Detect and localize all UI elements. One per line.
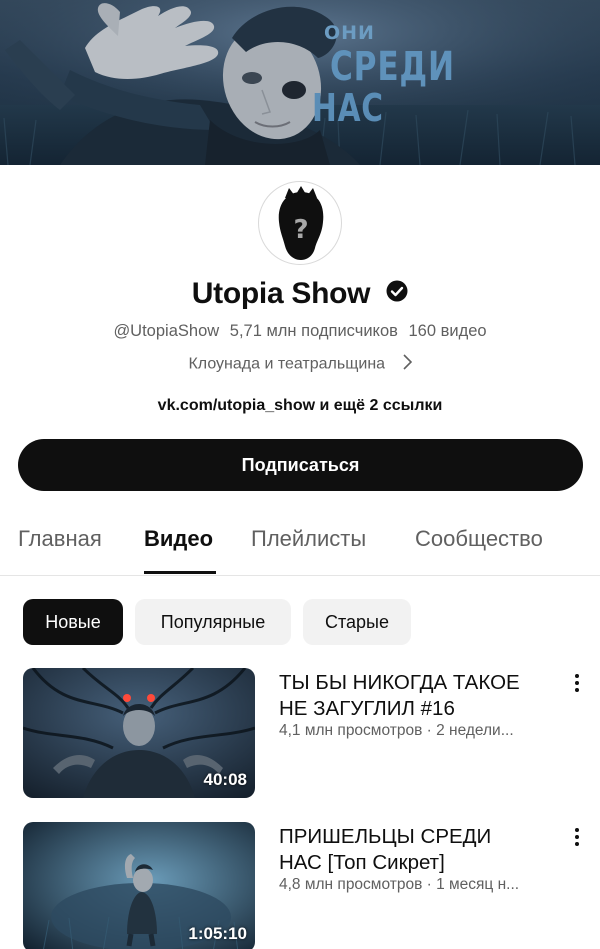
banner-line-2: СРЕДИ: [330, 44, 455, 90]
channel-banner: ОНИ СРЕДИ НАС: [0, 0, 600, 165]
channel-avatar[interactable]: ?: [258, 181, 342, 265]
video-duration: 1:05:10: [188, 924, 247, 943]
verified-check-icon: [386, 276, 408, 310]
chip-popular[interactable]: Популярные: [135, 599, 291, 645]
more-vertical-icon[interactable]: [568, 826, 586, 848]
video-title-line: ТЫ БЫ НИКОГДА ТАКОЕ: [279, 671, 520, 694]
channel-links[interactable]: vk.com/utopia_show и ещё 2 ссылки: [0, 397, 600, 415]
channel-category: Клоунада и театральщина: [188, 355, 386, 373]
subscribe-button[interactable]: Подписаться: [18, 439, 583, 491]
video-meta: 4,1 млн просмотров · 2 недели...: [279, 722, 514, 739]
video-thumbnail[interactable]: 40:08: [23, 668, 255, 798]
video-title-line: НАС [Топ Сикрет]: [279, 851, 445, 874]
video-title-line: ПРИШЕЛЬЦЫ СРЕДИ: [279, 825, 492, 848]
tab-videos[interactable]: Видео: [144, 526, 213, 552]
svg-text:?: ?: [293, 215, 308, 245]
channel-handle: @UtopiaShow: [113, 322, 220, 340]
chip-oldest[interactable]: Старые: [303, 599, 411, 645]
tab-playlists[interactable]: Плейлисты: [251, 526, 366, 552]
video-item[interactable]: 1:05:10 ПРИШЕЛЬЦЫ СРЕДИ НАС [Топ Сикрет]…: [0, 822, 600, 949]
video-meta: 4,8 млн просмотров · 1 месяц н...: [279, 876, 520, 893]
channel-meta: @UtopiaShow 5,71 млн подписчиков 160 вид…: [0, 322, 600, 341]
video-title[interactable]: ПРИШЕЛЬЦЫ СРЕДИ НАС [Топ Сикрет]: [279, 824, 561, 876]
banner-line-3: НАС: [312, 86, 384, 130]
subscriber-count: 5,71 млн подписчиков: [229, 322, 398, 340]
video-count: 160 видео: [408, 322, 487, 340]
channel-title: Utopia Show: [0, 277, 600, 311]
chevron-right-icon: [402, 354, 412, 375]
channel-description-link[interactable]: Клоунада и театральщина: [0, 354, 600, 375]
banner-line-1: ОНИ: [324, 22, 375, 44]
video-item[interactable]: 40:08 ТЫ БЫ НИКОГДА ТАКОЕ НЕ ЗАГУГЛИЛ #1…: [0, 668, 600, 800]
more-vertical-icon[interactable]: [568, 672, 586, 694]
video-title-line: НЕ ЗАГУГЛИЛ #16: [279, 697, 455, 720]
video-title[interactable]: ТЫ БЫ НИКОГДА ТАКОЕ НЕ ЗАГУГЛИЛ #16: [279, 670, 561, 722]
chip-newest[interactable]: Новые: [23, 599, 123, 645]
banner-title: ОНИ СРЕДИ НАС: [312, 22, 468, 128]
video-thumbnail[interactable]: 1:05:10: [23, 822, 255, 949]
video-duration: 40:08: [203, 770, 247, 789]
tab-community[interactable]: Сообщество: [415, 526, 543, 552]
channel-name-text: Utopia Show: [191, 277, 371, 310]
tab-home[interactable]: Главная: [18, 526, 102, 552]
question-head-icon: ?: [278, 186, 324, 260]
channel-page: ОНИ СРЕДИ НАС ? Utopia Show @UtopiaShow …: [0, 0, 600, 949]
active-tab-indicator: [144, 571, 216, 574]
banner-artwork: [0, 0, 600, 165]
channel-tabs: Главная Видео Плейлисты Сообщество: [0, 522, 600, 576]
